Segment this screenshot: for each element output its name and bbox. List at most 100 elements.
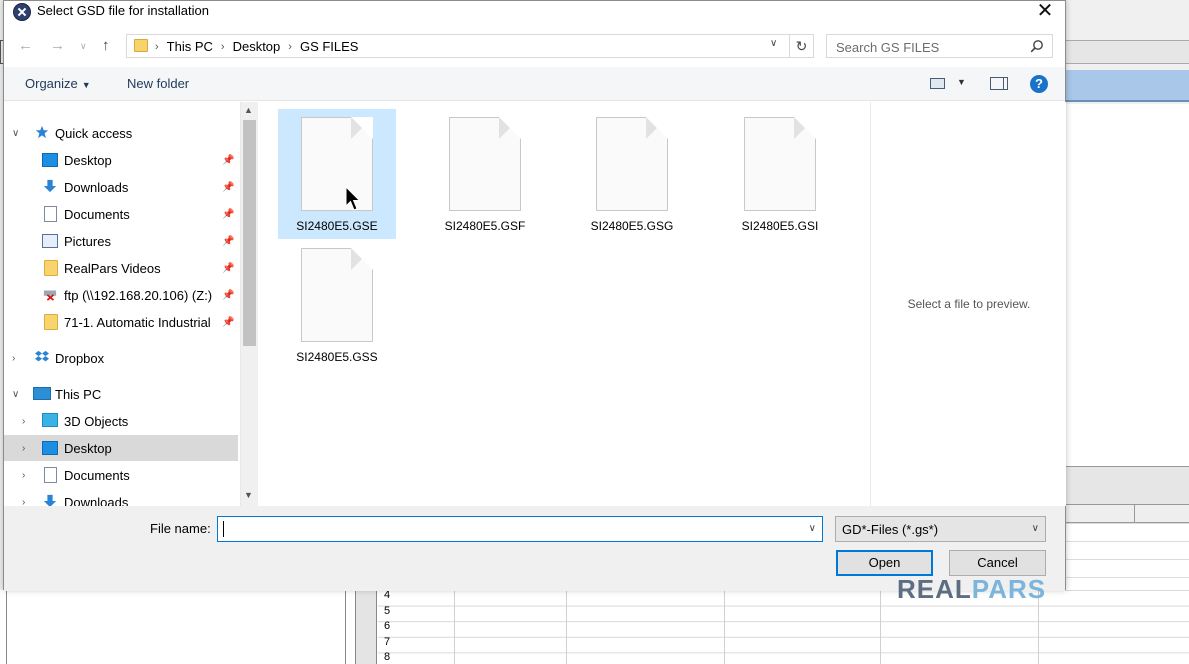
breadcrumb-separator[interactable]: › bbox=[288, 41, 292, 53]
pin-icon: 📌 bbox=[222, 181, 235, 193]
breadcrumb-separator[interactable]: › bbox=[221, 41, 225, 53]
help-icon[interactable]: ? bbox=[1030, 75, 1048, 93]
tree-item-pictures[interactable]: Pictures 📌 bbox=[4, 228, 238, 254]
collapse-chevron-icon[interactable]: › bbox=[22, 443, 25, 454]
download-arrow-icon bbox=[43, 494, 57, 506]
file-type-select[interactable]: GD*-Files (*.gs*) ∨ bbox=[835, 516, 1046, 542]
background-sheet bbox=[378, 590, 1189, 664]
new-folder-button[interactable]: New folder bbox=[127, 76, 189, 91]
tree-item-this-pc[interactable]: ∨ This PC bbox=[4, 381, 238, 407]
up-arrow-icon[interactable]: ↑ bbox=[102, 37, 110, 54]
tree-label: Desktop bbox=[64, 440, 112, 456]
tree-item-pc-documents[interactable]: › Documents bbox=[4, 462, 238, 488]
organize-label: Organize bbox=[25, 76, 78, 91]
sheet-column-line bbox=[724, 590, 725, 664]
tree-item-3d-objects[interactable]: › 3D Objects bbox=[4, 408, 238, 434]
search-icon[interactable] bbox=[1030, 39, 1044, 53]
tree-label: RealPars Videos bbox=[64, 260, 161, 276]
forward-arrow-icon[interactable]: → bbox=[50, 37, 65, 54]
caret-down-icon: ▼ bbox=[81, 80, 91, 90]
tree-item-quick-access[interactable]: ∨ Quick access bbox=[4, 120, 238, 146]
tree-item-downloads[interactable]: Downloads 📌 bbox=[4, 174, 238, 200]
cancel-button[interactable]: Cancel bbox=[949, 550, 1046, 576]
tree-item-automatic-industrial[interactable]: 71-1. Automatic Industrial 📌 bbox=[4, 309, 238, 335]
breadcrumb-gs-files[interactable]: GS FILES bbox=[300, 39, 359, 54]
collapse-chevron-icon[interactable]: › bbox=[12, 353, 15, 364]
open-button[interactable]: Open bbox=[836, 550, 933, 576]
tree-label: Pictures bbox=[64, 233, 111, 249]
desktop-icon bbox=[42, 153, 58, 167]
scroll-down-icon[interactable]: ▼ bbox=[244, 490, 253, 500]
tree-label: Dropbox bbox=[55, 350, 105, 366]
tree-label: Quick access bbox=[55, 125, 133, 141]
background-left-panel bbox=[6, 590, 346, 664]
row-number: 6 bbox=[384, 620, 391, 633]
tree-item-desktop[interactable]: Desktop 📌 bbox=[4, 147, 238, 173]
watermark-part-1: REAL bbox=[897, 574, 972, 604]
file-item[interactable]: SI2480E5.GSF bbox=[426, 109, 544, 239]
file-name: SI2480E5.GSS bbox=[296, 350, 378, 364]
preview-message: Select a file to preview. bbox=[907, 297, 1031, 311]
change-view-icon[interactable] bbox=[930, 78, 945, 89]
3d-objects-icon bbox=[42, 413, 58, 427]
file-name-label: File name: bbox=[150, 521, 211, 536]
pin-icon: 📌 bbox=[222, 154, 235, 166]
preview-pane-icon[interactable] bbox=[990, 77, 1008, 90]
background-grid-header bbox=[1066, 505, 1189, 523]
generic-file-icon bbox=[301, 248, 373, 342]
file-name-dropdown-chevron-icon[interactable]: ∨ bbox=[809, 523, 816, 534]
close-button[interactable]: ✕ bbox=[1025, 1, 1065, 23]
background-workspace bbox=[1066, 104, 1189, 466]
refresh-button[interactable]: ↻ bbox=[790, 34, 814, 58]
breadcrumb-this-pc[interactable]: This PC bbox=[167, 39, 213, 54]
address-bar[interactable]: › This PC › Desktop › GS FILES bbox=[126, 34, 790, 58]
mouse-cursor-icon bbox=[345, 186, 361, 211]
organize-button[interactable]: Organize ▼ bbox=[25, 76, 91, 91]
file-name-input[interactable]: ∨ bbox=[217, 516, 823, 542]
generic-file-icon bbox=[449, 117, 521, 211]
file-item[interactable]: SI2480E5.GSG bbox=[573, 109, 691, 239]
background-toolbar bbox=[1066, 40, 1189, 64]
file-list: SI2480E5.GSE SI2480E5.GSF SI2480E5.GSG S… bbox=[258, 102, 870, 506]
generic-file-icon bbox=[301, 117, 373, 211]
tree-item-ftp-drive[interactable]: ftp (\\192.168.20.106) (Z:) 📌 bbox=[4, 282, 238, 308]
scrollbar-thumb[interactable] bbox=[243, 120, 256, 346]
tree-item-pc-desktop[interactable]: › Desktop bbox=[4, 435, 238, 461]
desktop-icon bbox=[42, 441, 58, 455]
file-item[interactable]: SI2480E5.GSE bbox=[278, 109, 396, 239]
back-arrow-icon[interactable]: ← bbox=[18, 37, 33, 54]
breadcrumb: › This PC › Desktop › GS FILES bbox=[155, 39, 358, 54]
file-item[interactable]: SI2480E5.GSS bbox=[278, 240, 396, 370]
file-type-dropdown-chevron-icon[interactable]: ∨ bbox=[1032, 523, 1039, 534]
tree-item-documents[interactable]: Documents 📌 bbox=[4, 201, 238, 227]
background-splitter bbox=[355, 590, 377, 664]
expand-chevron-icon[interactable]: ∨ bbox=[12, 128, 19, 139]
address-dropdown-chevron-icon[interactable]: ∨ bbox=[770, 38, 777, 49]
tree-item-realpars-videos[interactable]: RealPars Videos 📌 bbox=[4, 255, 238, 281]
background-grid-separator bbox=[1134, 505, 1135, 523]
recent-locations-chevron-icon[interactable]: ∨ bbox=[80, 41, 87, 52]
network-drive-disconnected-icon bbox=[43, 290, 57, 301]
breadcrumb-desktop[interactable]: Desktop bbox=[233, 39, 281, 54]
tree-label: Documents bbox=[64, 467, 130, 483]
search-placeholder[interactable]: Search GS FILES bbox=[836, 40, 939, 55]
expand-chevron-icon[interactable]: ∨ bbox=[12, 389, 19, 400]
tree-item-dropbox[interactable]: › Dropbox bbox=[4, 345, 238, 371]
command-toolbar: Organize ▼ New folder ▼ ? bbox=[4, 67, 1065, 101]
file-name: SI2480E5.GSI bbox=[741, 219, 819, 233]
tree-label: Downloads bbox=[64, 494, 129, 507]
collapse-chevron-icon[interactable]: › bbox=[22, 470, 25, 481]
navigation-scrollbar[interactable]: ▲ ▼ bbox=[240, 102, 258, 506]
collapse-chevron-icon[interactable]: › bbox=[22, 416, 25, 427]
folder-icon bbox=[44, 314, 58, 330]
tree-item-pc-downloads[interactable]: › Downloads bbox=[4, 489, 238, 506]
view-options-caret-icon[interactable]: ▼ bbox=[957, 77, 966, 87]
document-icon bbox=[44, 467, 57, 483]
file-name: SI2480E5.GSF bbox=[444, 219, 526, 233]
collapse-chevron-icon[interactable]: › bbox=[22, 497, 25, 507]
document-icon bbox=[44, 206, 57, 222]
file-item[interactable]: SI2480E5.GSI bbox=[721, 109, 839, 239]
file-name: SI2480E5.GSG bbox=[590, 219, 674, 233]
scroll-up-icon[interactable]: ▲ bbox=[244, 105, 253, 115]
search-box[interactable]: Search GS FILES bbox=[826, 34, 1053, 58]
